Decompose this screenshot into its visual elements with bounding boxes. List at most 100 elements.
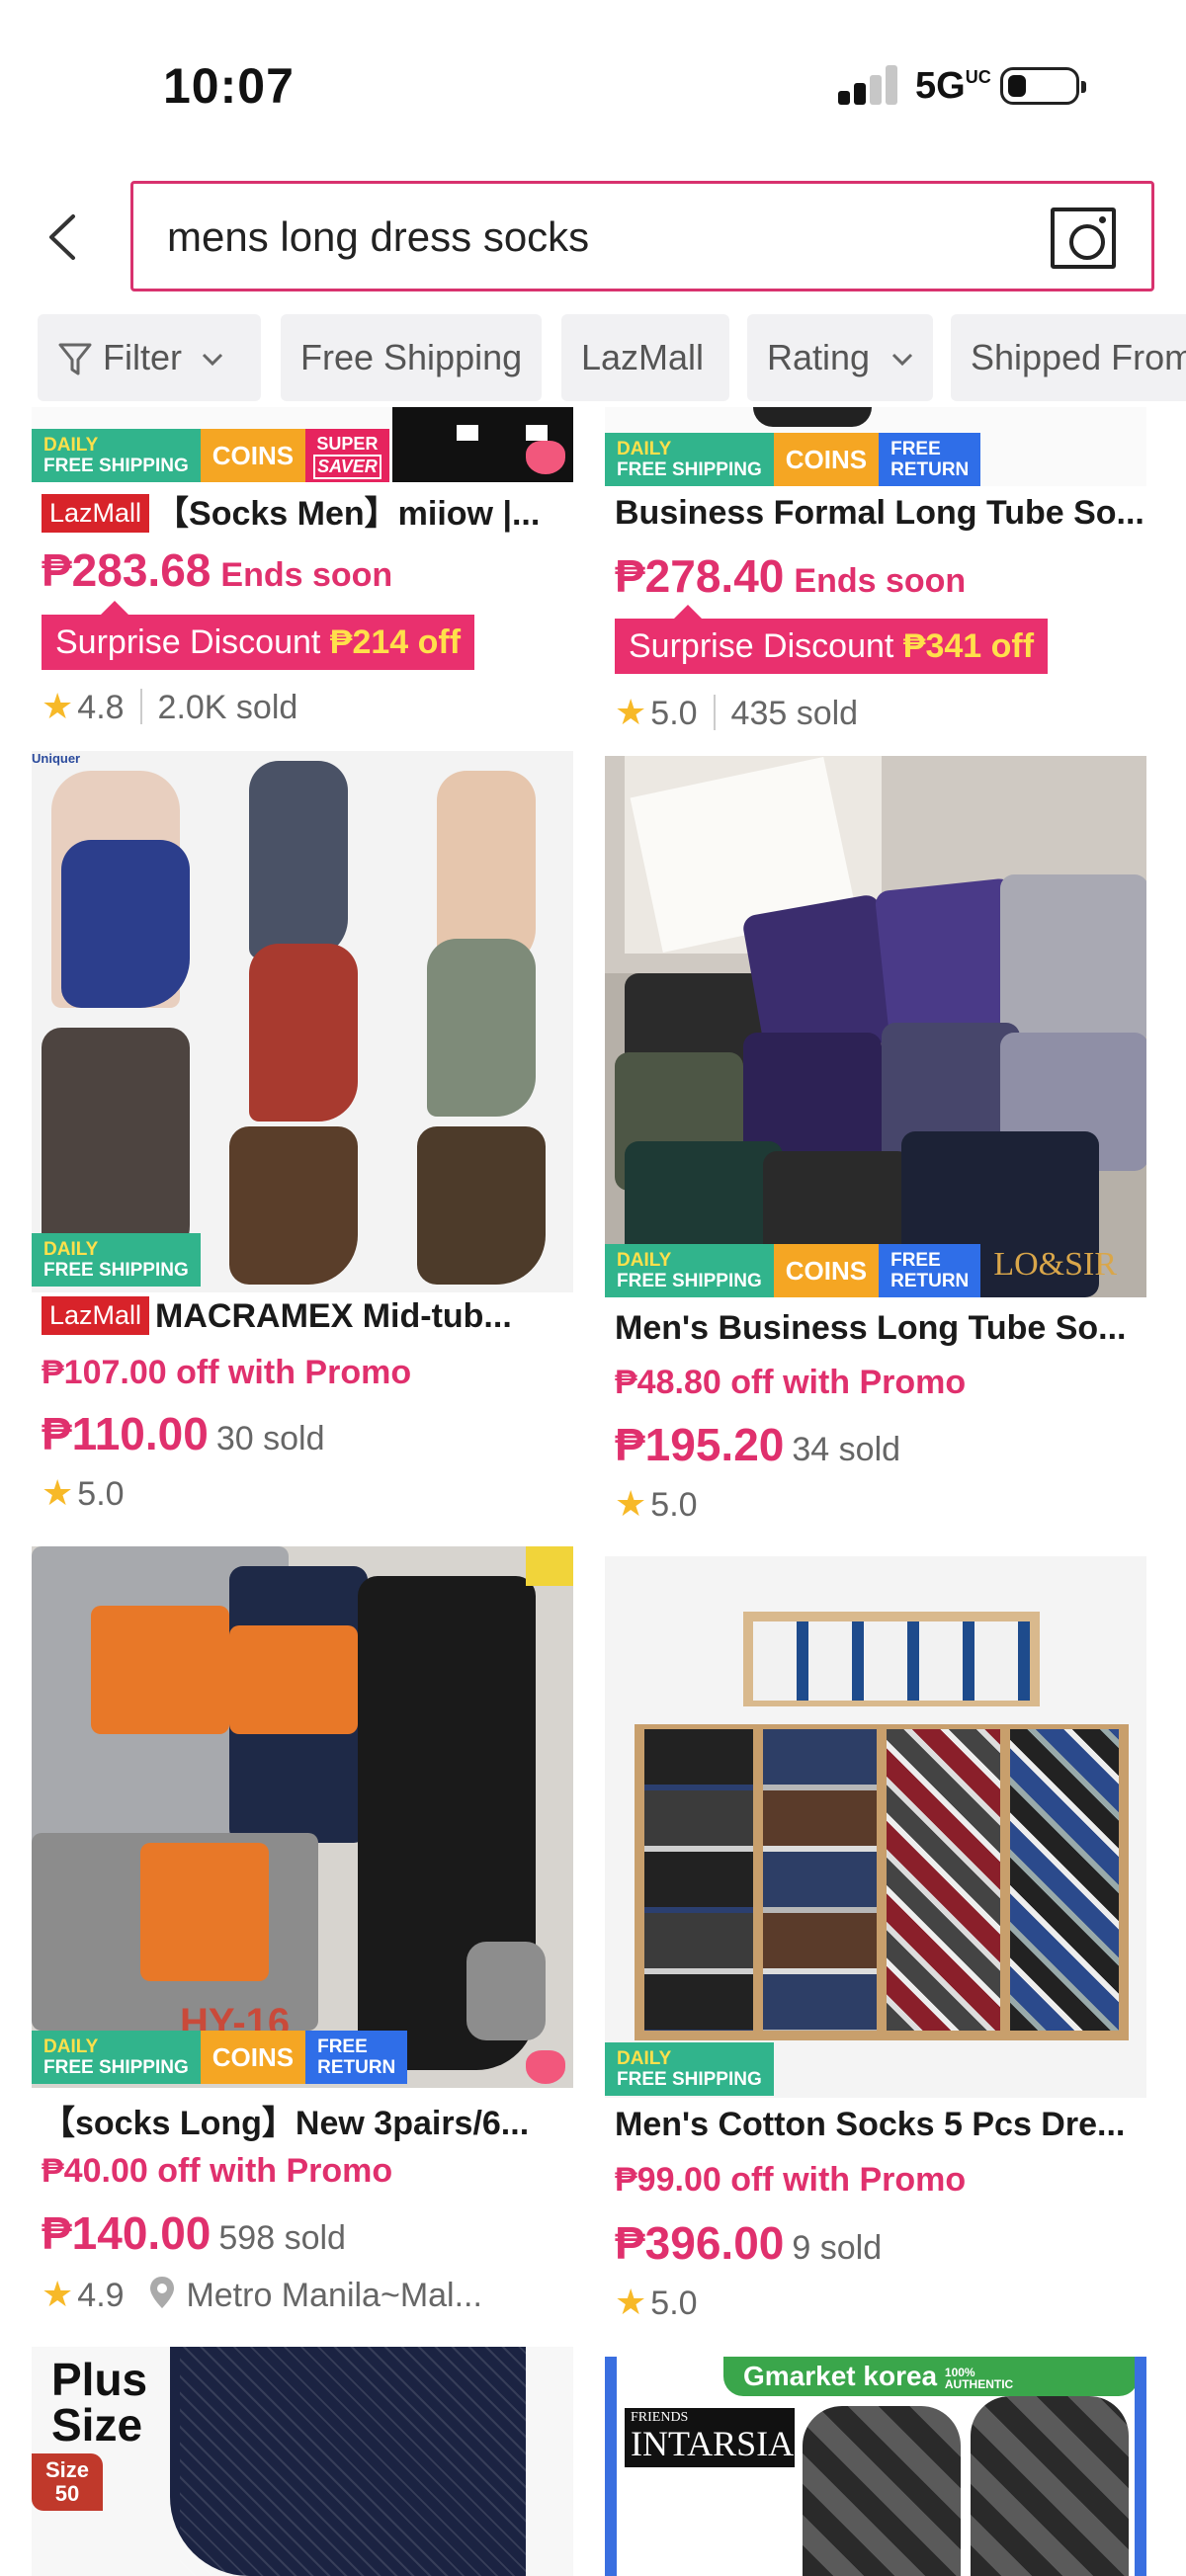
image-caption: Uniquer [32, 751, 81, 766]
surprise-discount-tag: Surprise Discount ₱214 off [42, 601, 475, 670]
ends-soon-label: Ends soon [794, 562, 967, 600]
product-price: ₱110.00 30 sold [42, 1408, 325, 1459]
product-image[interactable] [605, 1556, 1146, 2098]
funnel-icon [58, 343, 92, 375]
free-return-badge: FREE RETURN [305, 2031, 408, 2084]
promo-label: ₱99.00 off with Promo [615, 2161, 967, 2199]
badge-row: DAILY FREE SHIPPING COINS FREE RETURN [605, 433, 981, 486]
filter-bar: Filter Free Shipping LazMall Rating Ship… [0, 314, 1186, 405]
product-image[interactable]: Uniquer [32, 751, 573, 1292]
super-saver-badge: SUPER SAVER [305, 429, 389, 482]
coins-badge: COINS [773, 433, 880, 486]
camera-search-icon[interactable] [1051, 208, 1116, 269]
image-caption: FRIENDS INTARSIA [625, 2408, 795, 2467]
free-shipping-chip-label: Free Shipping [300, 337, 523, 377]
promo-label: ₱40.00 off with Promo [42, 2152, 393, 2190]
product-price: ₱195.20 34 sold [615, 1419, 901, 1470]
product-meta: ★ 4.8 2.0K sold [42, 686, 298, 726]
product-card[interactable]: Gmarket korea 100% AUTHENTIC FRIENDS INTA… [605, 2357, 1146, 2576]
filter-chip[interactable]: Filter [38, 314, 261, 401]
lazmall-chip-label: LazMall [581, 337, 705, 377]
battery-icon [1000, 67, 1086, 105]
free-shipping-badge: DAILY FREE SHIPPING [605, 1244, 774, 1297]
coins-badge: COINS [773, 1244, 880, 1297]
product-meta: ★ 5.0 [42, 1472, 125, 1513]
badge-row: DAILY FREE SHIPPING COINS SUPER SAVER [32, 429, 389, 482]
product-price: ₱283.68 Ends soon [42, 544, 393, 596]
status-bar: 10:07 5GUC [0, 0, 1186, 168]
free-shipping-badge: DAILY FREE SHIPPING [605, 2042, 774, 2096]
coins-badge: COINS [200, 429, 306, 482]
chevron-left-icon [49, 214, 75, 260]
lazmall-badge: LazMall [42, 494, 150, 533]
product-title[interactable]: LazMall MACRAMEX Mid-tub... [42, 1296, 595, 1336]
product-title[interactable]: LazMall 【Socks Men】miiow |... [42, 486, 595, 535]
product-card[interactable]: Plus Size Size 50 [32, 2347, 573, 2576]
badge-row: DAILY FREE SHIPPING [605, 2042, 774, 2096]
size-badge: Size 50 [32, 2453, 103, 2511]
free-shipping-badge: DAILY FREE SHIPPING [605, 433, 774, 486]
badge-row: DAILY FREE SHIPPING COINS FREE RETURN [32, 2031, 408, 2084]
video-icon [526, 2050, 565, 2084]
product-title[interactable]: Men's Cotton Socks 5 Pcs Dre... [615, 2106, 1148, 2144]
signal-icon [838, 65, 897, 105]
free-shipping-badge: DAILY FREE SHIPPING [32, 429, 201, 482]
chevron-down-icon [202, 354, 223, 367]
star-icon: ★ [42, 1472, 74, 1513]
product-card[interactable]: DAILY FREE SHIPPING Men's Cotton Socks 5 … [605, 1556, 1146, 2327]
free-shipping-badge: DAILY FREE SHIPPING [32, 2031, 201, 2084]
shipped-from-chip[interactable]: Shipped From [951, 314, 1186, 401]
star-icon: ★ [42, 2274, 74, 2314]
star-icon: ★ [615, 1483, 647, 1524]
product-image[interactable]: HY-16 [32, 1546, 573, 2088]
product-title[interactable]: Men's Business Long Tube So... [615, 1309, 1148, 1348]
shipped-from-chip-label: Shipped From [971, 337, 1186, 377]
free-shipping-badge: DAILY FREE SHIPPING [32, 1233, 201, 1287]
product-meta: ★ 4.9 Metro Manila~Mal... [42, 2274, 482, 2314]
product-card[interactable]: DAILY FREE SHIPPING COINS SUPER SAVER LazM… [32, 407, 573, 743]
free-shipping-chip[interactable]: Free Shipping [281, 314, 542, 401]
lazmall-badge: LazMall [42, 1296, 150, 1335]
badge-row: DAILY FREE SHIPPING [32, 1233, 201, 1287]
ends-soon-label: Ends soon [220, 556, 393, 594]
product-title[interactable]: Business Formal Long Tube So... [615, 494, 1148, 533]
product-card[interactable]: Uniquer DAILY FREE SHIPPING LazMall MACRAM… [32, 751, 573, 1522]
product-meta: ★ 5.0 [615, 2282, 698, 2322]
chevron-down-icon [892, 354, 913, 367]
surprise-discount-tag: Surprise Discount ₱341 off [615, 605, 1049, 674]
product-price: ₱278.40 Ends soon [615, 550, 967, 602]
product-image[interactable]: Plus Size Size 50 [32, 2347, 573, 2576]
filter-chip-label: Filter [103, 337, 183, 377]
back-button[interactable] [40, 203, 89, 272]
product-card[interactable]: LO&SIR DAILY FREE SHIPPING COINS FREE RETU… [605, 756, 1146, 1527]
rating-chip-label: Rating [767, 337, 871, 377]
promo-label: ₱48.80 off with Promo [615, 1364, 967, 1401]
network-indicator: 5GUC [915, 65, 991, 107]
product-price: ₱396.00 9 sold [615, 2217, 883, 2269]
star-icon: ★ [42, 686, 74, 726]
search-input[interactable] [167, 208, 1037, 267]
star-icon: ★ [615, 692, 647, 732]
promo-label: ₱107.00 off with Promo [42, 1354, 412, 1391]
product-title[interactable]: 【socks Long】New 3pairs/6... [42, 2096, 595, 2144]
free-return-badge: FREE RETURN [879, 433, 981, 486]
product-price: ₱140.00 598 sold [42, 2207, 346, 2259]
lazmall-chip[interactable]: LazMall [561, 314, 729, 401]
product-card[interactable]: HY-16 DAILY FREE SHIPPING COINS FREE RETUR… [32, 1546, 573, 2317]
badge-row: DAILY FREE SHIPPING COINS FREE RETURN [605, 1244, 981, 1297]
product-meta: ★ 5.0 435 sold [615, 692, 859, 732]
product-image[interactable]: LO&SIR [605, 756, 1146, 1297]
product-meta: ★ 5.0 [615, 1483, 698, 1524]
coins-badge: COINS [200, 2031, 306, 2084]
video-icon [526, 441, 565, 474]
image-brand: Gmarket korea 100% AUTHENTIC [723, 2357, 1139, 2396]
status-time: 10:07 [163, 58, 295, 114]
search-bar[interactable] [130, 181, 1154, 291]
product-card[interactable]: DAILY FREE SHIPPING COINS FREE RETURN Busi… [605, 407, 1146, 743]
star-icon: ★ [615, 2282, 647, 2322]
image-caption: LO&SIR [993, 1246, 1117, 1283]
free-return-badge: FREE RETURN [879, 1244, 981, 1297]
product-image[interactable]: Gmarket korea 100% AUTHENTIC FRIENDS INTA… [605, 2357, 1146, 2576]
rating-chip[interactable]: Rating [747, 314, 933, 401]
image-caption: Plus Size [51, 2354, 148, 2451]
